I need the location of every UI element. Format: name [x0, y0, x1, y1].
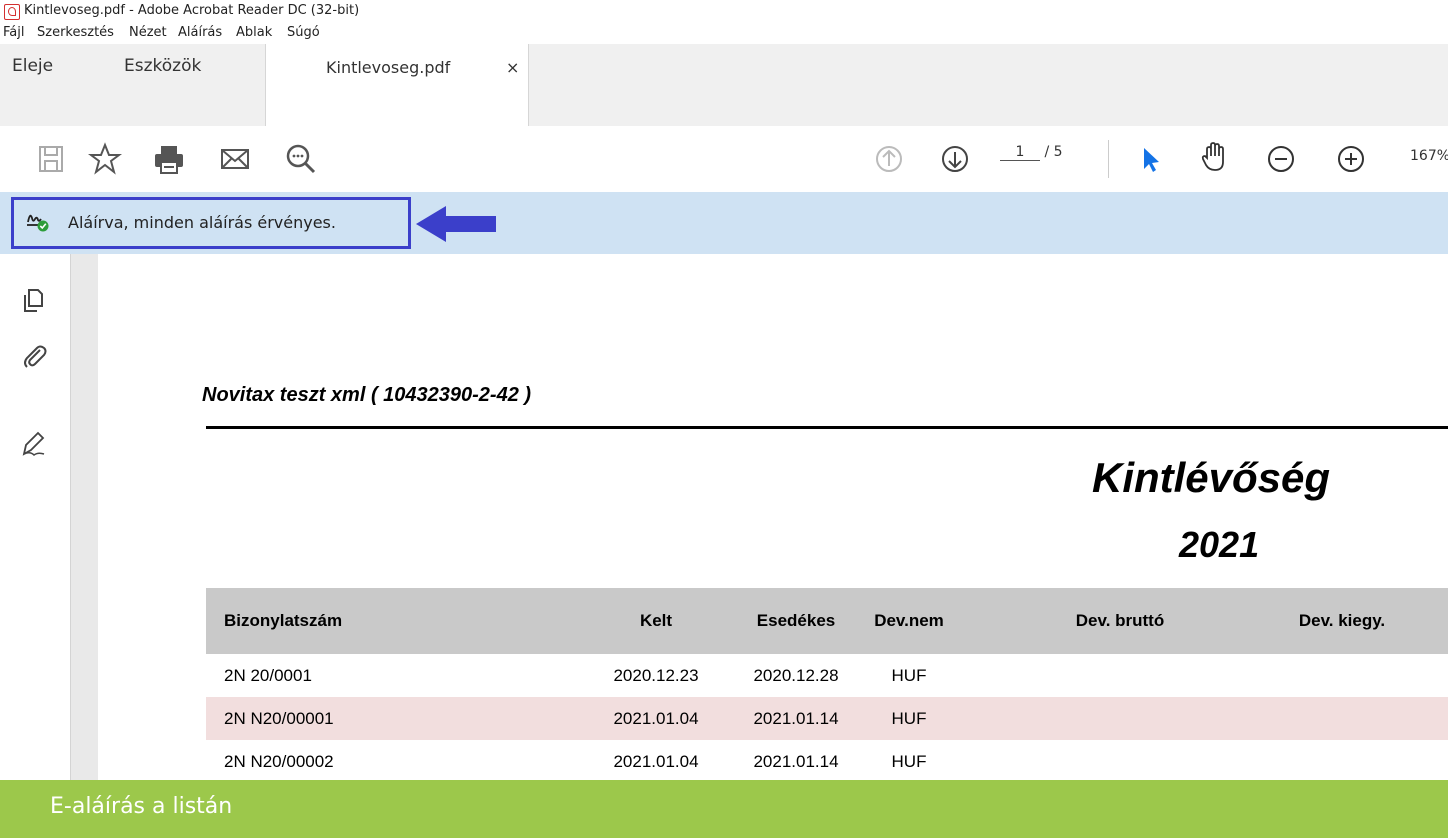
menu-view[interactable]: Nézet — [129, 25, 167, 40]
table-cell: HUF — [891, 708, 927, 728]
table-cell: 2N N20/00002 — [224, 751, 334, 771]
document-year: 2021 — [1179, 524, 1260, 565]
table-cell: HUF — [891, 665, 927, 685]
tab-tools[interactable]: Eszközök — [124, 56, 201, 76]
menu-bar: Fájl Szerkesztés Nézet Aláírás Ablak Súg… — [0, 22, 1448, 44]
caption-text: E-aláírás a listán — [50, 794, 233, 819]
page-number-input[interactable]: 1 — [1000, 144, 1040, 161]
left-arrow-icon — [416, 206, 496, 242]
table-cell: HUF — [891, 751, 927, 771]
document-title: Kintlévőség — [1092, 454, 1331, 501]
table-row: 2N N20/00002 2021.01.04 2021.01.14 HUF — [206, 740, 1448, 783]
hand-tool-icon[interactable] — [1198, 140, 1232, 174]
column-header: Bizonylatszám — [224, 611, 343, 630]
table-cell: 2021.01.14 — [753, 751, 839, 771]
menu-window[interactable]: Ablak — [236, 25, 272, 40]
table-cell: 2021.01.04 — [613, 708, 699, 728]
table-cell: 2021.01.04 — [613, 751, 699, 771]
page-navigator: 1 / 5 — [1000, 144, 1063, 161]
table-cell: 2021.01.14 — [753, 708, 839, 728]
bookmark-star-icon[interactable] — [88, 142, 122, 176]
menu-edit[interactable]: Szerkesztés — [37, 25, 114, 40]
table-cell: 2020.12.28 — [753, 665, 839, 685]
tab-bar: Eleje Eszközök Kintlevoseg.pdf × — [0, 44, 1448, 127]
column-header: Dev. bruttó — [1075, 611, 1165, 630]
table-row: 2N 20/0001 2020.12.23 2020.12.28 HUF — [206, 654, 1448, 697]
receivables-table: Bizonylatszám Kelt Esedékes Dev.nem Dev.… — [206, 588, 1448, 783]
pdf-page: Novitax teszt xml ( 10432390-2-42 ) Kint… — [98, 254, 1448, 780]
tab-home[interactable]: Eleje — [12, 56, 53, 76]
menu-file[interactable]: Fájl — [3, 25, 24, 40]
table-cell: 2N 20/0001 — [224, 665, 312, 685]
next-page-icon[interactable] — [938, 142, 972, 176]
tab-document-label: Kintlevoseg.pdf — [326, 58, 451, 77]
page-gutter — [70, 254, 99, 780]
tab-document[interactable]: Kintlevoseg.pdf × — [265, 44, 529, 126]
table-row: 2N N20/00001 2021.01.04 2021.01.14 HUF — [206, 697, 1448, 740]
signature-status-highlight[interactable]: Aláírva, minden aláírás érvényes. — [11, 197, 411, 249]
menu-sign[interactable]: Aláírás — [178, 25, 222, 40]
signature-panel-icon[interactable] — [20, 430, 48, 458]
page-total: / 5 — [1044, 144, 1063, 160]
email-icon[interactable] — [218, 142, 252, 176]
column-header: Dev. kiegy. — [1298, 611, 1386, 630]
toolbar: 1 / 5 167% — [0, 126, 1448, 193]
signature-status-text: Aláírva, minden aláírás érvényes. — [68, 213, 336, 232]
search-icon[interactable] — [284, 142, 318, 176]
table-cell: 2N N20/00001 — [224, 708, 334, 728]
signature-valid-icon — [27, 214, 49, 232]
zoom-out-icon[interactable] — [1264, 142, 1298, 176]
print-icon[interactable] — [152, 142, 186, 176]
zoom-in-icon[interactable] — [1334, 142, 1368, 176]
table-header-row: Bizonylatszám Kelt Esedékes Dev.nem Dev.… — [206, 588, 1448, 654]
acrobat-icon — [4, 4, 20, 20]
select-pointer-icon[interactable] — [1134, 142, 1168, 176]
close-tab-icon[interactable]: × — [506, 58, 519, 77]
column-header: Esedékes — [756, 611, 836, 630]
table-cell: 2020.12.23 — [613, 665, 699, 685]
attachment-icon[interactable] — [20, 342, 48, 370]
menu-help[interactable]: Súgó — [287, 25, 320, 40]
column-header: Dev.nem — [874, 611, 944, 630]
previous-page-icon[interactable] — [872, 142, 906, 176]
header-rule — [206, 426, 1448, 429]
save-icon[interactable] — [34, 142, 68, 176]
zoom-level[interactable]: 167% — [1410, 148, 1448, 164]
window-title: Kintlevoseg.pdf - Adobe Acrobat Reader D… — [24, 3, 360, 18]
page-thumbnails-icon[interactable] — [20, 286, 48, 314]
caption-banner: E-aláírás a listán — [0, 780, 1448, 838]
column-header: Kelt — [639, 611, 673, 630]
document-header: Novitax teszt xml ( 10432390-2-42 ) — [202, 384, 532, 406]
left-navigation-rail — [0, 254, 70, 780]
toolbar-divider — [1108, 140, 1109, 178]
title-bar: Kintlevoseg.pdf - Adobe Acrobat Reader D… — [0, 0, 1448, 22]
